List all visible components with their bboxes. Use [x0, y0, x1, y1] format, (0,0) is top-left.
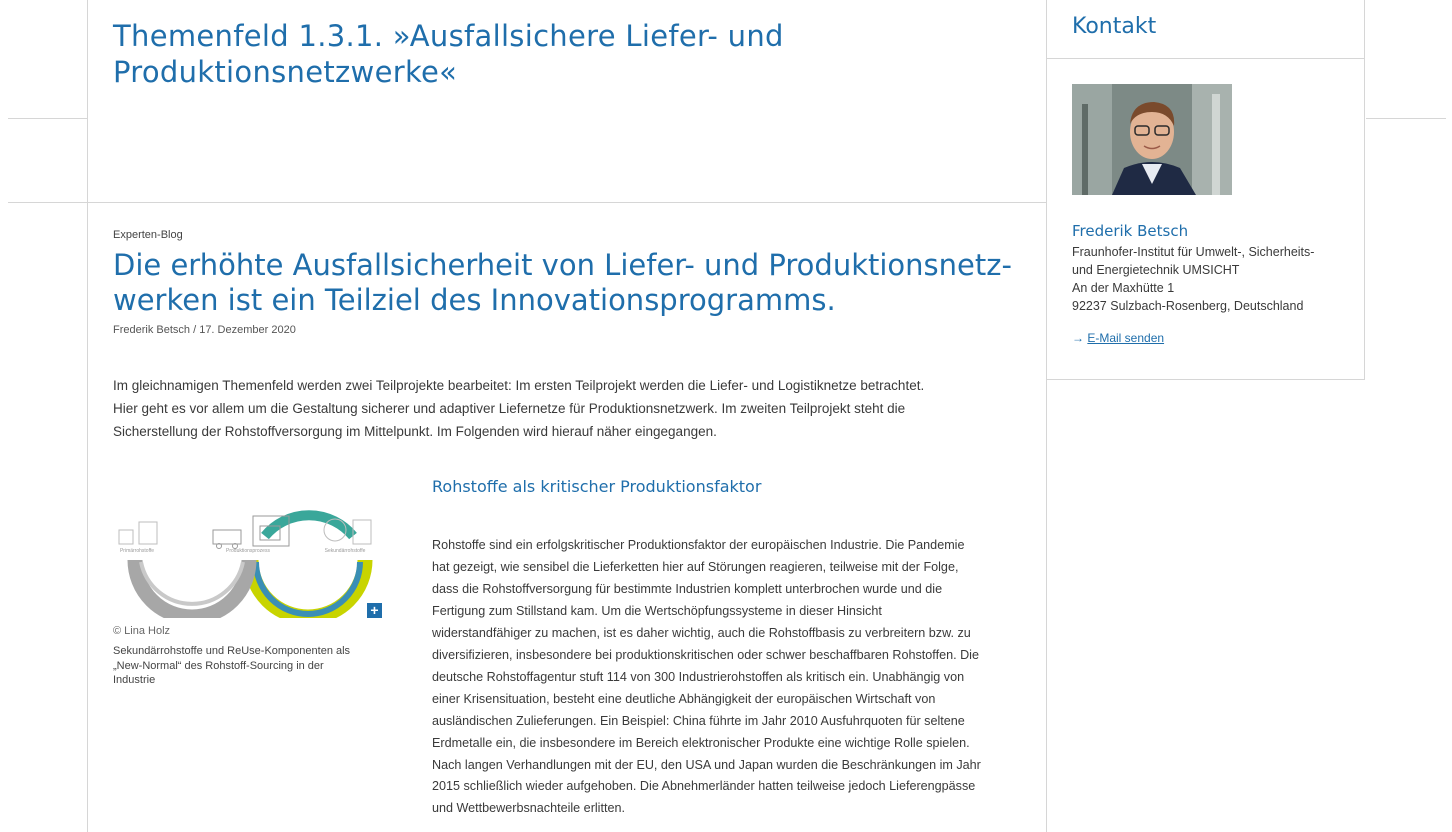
raw-materials-cycle-diagram[interactable]: Recycling Primärrohstoffe Produktionspro… [113, 478, 383, 618]
contact-heading-rule [1047, 58, 1365, 59]
lime-arc [243, 559, 373, 618]
intro-line: Im gleichnamigen Themenfeld werden zwei … [113, 378, 925, 393]
label-secondary: Sekundärrohstoffe [325, 548, 366, 554]
section-rule [8, 202, 1046, 203]
label-recycling: Recycling [287, 484, 309, 490]
article-title-line-2: werken ist ein Teilziel des Innovationsp… [113, 283, 836, 317]
body-line: Nach langen Verhandlungen mit der EU, de… [432, 757, 981, 772]
content-left-border [87, 0, 88, 832]
caption-line: Sekundärrohstoffe und ReUse-Komponenten … [113, 645, 351, 657]
contact-heading: Kontakt [1072, 14, 1157, 39]
bin-shape [138, 521, 158, 545]
contact-city: 92237 Sulzbach-Rosenberg, Deutschland [1072, 299, 1304, 313]
intro-line: Sicherstellung der Rohstoffversorgung im… [113, 424, 717, 439]
intro-line: Hier geht es vor allem um die Gestaltung… [113, 401, 906, 416]
body-line: Rohstoffe sind ein erfolgskritischer Pro… [432, 538, 965, 552]
body-line: deutsche Rohstoffagentur stuft 114 von 3… [432, 669, 965, 684]
cycle-diagram-graphic: Recycling Primärrohstoffe Produktionspro… [118, 484, 373, 618]
content-right-border [1046, 380, 1047, 832]
label-primary: Primärrohstoffe [120, 548, 154, 554]
body-line: 2015 schließlich wieder aufgehoben. Die … [432, 779, 976, 794]
article-byline: Frederik Betsch / 17. Dezember 2020 [113, 324, 296, 336]
body-line: Fertigung zum Stillstand kam. Um die Wer… [432, 603, 882, 618]
article-intro: Im gleichnamigen Themenfeld werden zwei … [113, 374, 1033, 443]
image-caption: Sekundärrohstoffe und ReUse-Komponenten … [113, 644, 383, 688]
body-line: diversifizieren, insbesondere bei produk… [432, 647, 979, 662]
contact-institute-line-1: Fraunhofer-Institut für Umwelt-, Sicherh… [1072, 245, 1315, 259]
article-title-line-1: Die erhöhte Ausfallsicherheit von Liefer… [113, 248, 1012, 282]
image-credit: © Lina Holz [113, 625, 171, 637]
bin-shape [118, 529, 134, 545]
page-title-line-2: Produktionsnetzwerke« [113, 55, 458, 89]
header-rule-left [8, 118, 88, 119]
contact-street: An der Maxhütte 1 [1072, 281, 1175, 295]
body-line: und Wettbewerbsnachteile erlitten. [432, 801, 625, 816]
portrait-image [1072, 84, 1232, 195]
body-line: widerstandfähiger zu machen, ist es dahe… [432, 625, 971, 640]
contact-photo [1072, 84, 1232, 195]
email-link-label: E-Mail senden [1087, 331, 1165, 345]
section-heading: Rohstoffe als kritischer Produktionsfakt… [432, 477, 762, 496]
body-line: Erdmetalle ein, die insbesondere im Bere… [432, 735, 970, 750]
caption-line: „New-Normal“ des Rohstoff-Sourcing in de… [113, 659, 324, 672]
contact-institute-line-2: und Energietechnik UMSICHT [1072, 263, 1240, 277]
body-line: dass die Rohstoffversorgung für bestimmt… [432, 581, 943, 596]
gray-arc [127, 559, 257, 618]
body-line: hat gezeigt, wie sensibel die Lieferkett… [432, 559, 959, 574]
contact-name: Frederik Betsch [1072, 222, 1189, 240]
label-services: Services / Technologien [279, 594, 332, 600]
section-body: Rohstoffe sind ein erfolgskritischer Pro… [432, 535, 1022, 820]
label-production: Produktionsprozess [226, 548, 270, 554]
email-link[interactable]: → E-Mail senden [1072, 331, 1164, 345]
article-kicker: Experten-Blog [113, 229, 183, 241]
article-title: Die erhöhte Ausfallsicherheit von Liefer… [113, 248, 1033, 318]
arrow-right-icon: → [1072, 331, 1084, 345]
truck-shape [212, 529, 242, 545]
page-title: Themenfeld 1.3.1. »Ausfallsichere Liefer… [113, 18, 1013, 90]
caption-line: Industrie [113, 674, 156, 686]
expand-image-button[interactable]: + [367, 603, 382, 618]
body-line: ausländischen Zulieferungen. Ein Beispie… [432, 713, 965, 728]
page-title-line-1: Themenfeld 1.3.1. »Ausfallsichere Liefer… [113, 19, 784, 53]
header-rule-right [1366, 118, 1446, 119]
body-line: einer Krisensituation, besteht eine deut… [432, 691, 936, 706]
